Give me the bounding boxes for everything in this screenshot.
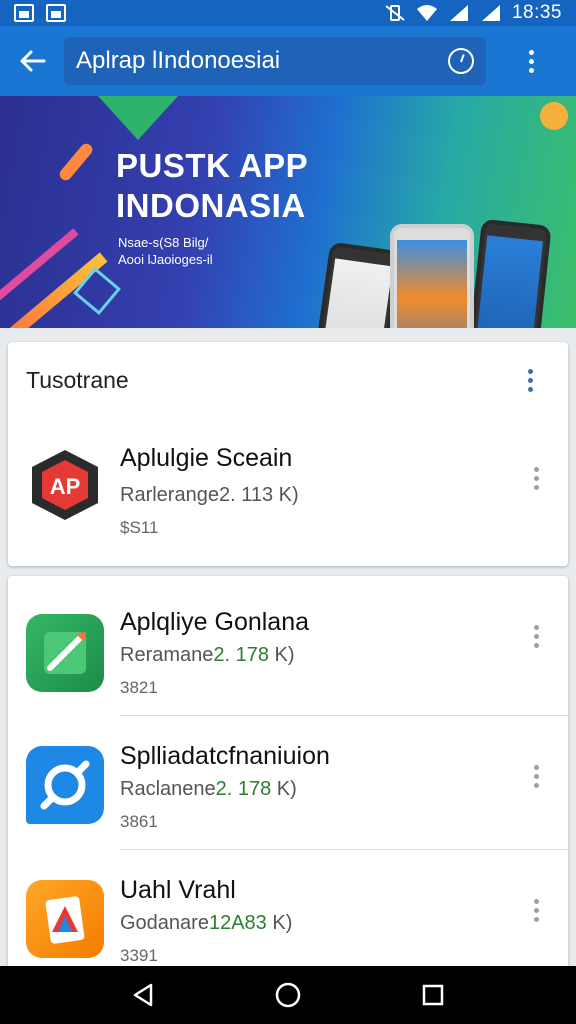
phone-image bbox=[390, 224, 474, 328]
banner-stripe-decoration bbox=[0, 228, 79, 312]
banner-circle-decoration bbox=[540, 102, 568, 130]
svg-text:AP: AP bbox=[50, 474, 81, 499]
app-name: Aplulgie Sceain bbox=[120, 444, 293, 472]
nav-recents-icon bbox=[423, 984, 444, 1006]
navigation-bar bbox=[0, 966, 576, 1024]
list-item[interactable]: Aplqliye Gonlana Reramane2. 178 K) 3821 bbox=[8, 576, 568, 716]
app-name: Uahl Vrahl bbox=[120, 876, 236, 904]
promo-banner[interactable]: PUSTK APP INDONASIA Nsae-s(S8 Bilg/ Aooi… bbox=[0, 96, 576, 328]
section-more-button[interactable] bbox=[510, 360, 550, 400]
nav-recents-button[interactable] bbox=[413, 975, 453, 1015]
featured-section-card: Tusotrane AP Aplulgie Sceain Rarlerange2… bbox=[8, 342, 568, 566]
list-item[interactable]: Uahl Vrahl Godanare12A83 K) 3391 bbox=[8, 850, 568, 974]
section-header: Tusotrane bbox=[8, 342, 568, 418]
more-vertical-icon bbox=[533, 466, 539, 490]
banner-triangle-decoration bbox=[98, 96, 178, 140]
app-meta: Rarlerange2. 113 K) bbox=[120, 484, 299, 506]
sync-icon bbox=[26, 746, 104, 824]
app-price: $S11 bbox=[120, 518, 159, 537]
search-text: Aplrap lIndonoesiai bbox=[76, 47, 281, 74]
app-meta: Raclanene2. 178 K) bbox=[120, 778, 297, 800]
app-price: 3391 bbox=[120, 946, 158, 965]
nav-home-button[interactable] bbox=[268, 975, 308, 1015]
more-vertical-icon bbox=[528, 49, 534, 73]
back-button[interactable] bbox=[0, 26, 64, 96]
nav-back-button[interactable] bbox=[123, 975, 163, 1015]
nav-back-icon bbox=[133, 983, 152, 1007]
compass-icon[interactable] bbox=[448, 48, 474, 74]
app-name: Splliadatcfnaniuion bbox=[120, 742, 330, 770]
app-more-button[interactable] bbox=[516, 616, 556, 656]
wifi-icon bbox=[416, 4, 438, 22]
overflow-menu-button[interactable] bbox=[486, 26, 576, 96]
pen-icon bbox=[26, 614, 104, 692]
gallery-notification-icon bbox=[46, 4, 66, 22]
app-bar: Aplrap lIndonoesiai bbox=[0, 26, 576, 96]
banner-subtitle: Nsae-s(S8 Bilg/ Aooi lJaoioges-il bbox=[118, 235, 213, 267]
section-title: Tusotrane bbox=[26, 366, 129, 393]
app-meta: Godanare12A83 K) bbox=[120, 912, 293, 934]
signal-icon-2 bbox=[480, 4, 502, 22]
search-input[interactable]: Aplrap lIndonoesiai bbox=[64, 37, 486, 85]
app-price: 3821 bbox=[120, 678, 158, 697]
vibrate-icon bbox=[384, 4, 406, 22]
app-more-button[interactable] bbox=[516, 756, 556, 796]
list-item[interactable]: Splliadatcfnaniuion Raclanene2. 178 K) 3… bbox=[8, 716, 568, 850]
status-bar: 18:35 bbox=[0, 0, 576, 26]
app-price: 3861 bbox=[120, 812, 158, 831]
image-notification-icon bbox=[14, 4, 34, 22]
phone-image bbox=[466, 218, 552, 328]
more-vertical-icon bbox=[527, 368, 533, 392]
app-more-button[interactable] bbox=[516, 458, 556, 498]
app-name: Aplqliye Gonlana bbox=[120, 608, 310, 636]
banner-title: PUSTK APP INDONASIA bbox=[116, 147, 309, 224]
more-vertical-icon bbox=[533, 624, 539, 648]
more-vertical-icon bbox=[533, 898, 539, 922]
list-item[interactable]: AP Aplulgie Sceain Rarlerange2. 113 K) $… bbox=[8, 418, 568, 566]
status-time: 18:35 bbox=[511, 2, 562, 23]
signal-icon bbox=[448, 4, 470, 22]
ap-logo-icon: AP bbox=[26, 446, 104, 524]
app-more-button[interactable] bbox=[516, 890, 556, 930]
tag-icon bbox=[26, 880, 104, 958]
app-meta: Reramane2. 178 K) bbox=[120, 644, 295, 666]
apps-list-card: Aplqliye Gonlana Reramane2. 178 K) 3821 … bbox=[8, 576, 568, 974]
more-vertical-icon bbox=[533, 764, 539, 788]
nav-home-icon bbox=[275, 982, 301, 1008]
banner-stripe-decoration bbox=[57, 141, 95, 183]
arrow-left-icon bbox=[20, 50, 46, 72]
phone-image bbox=[314, 241, 402, 328]
